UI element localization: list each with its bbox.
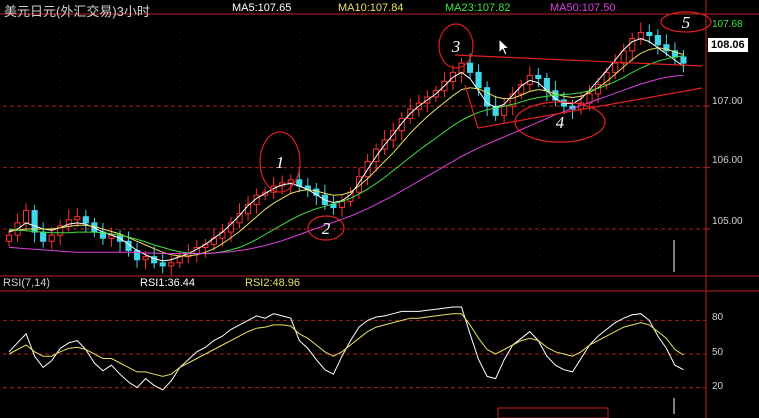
moving-averages (8, 38, 684, 262)
mouse-cursor-icon (498, 38, 511, 56)
up-candle (398, 117, 405, 132)
up-candle (501, 105, 508, 116)
up-candle (620, 50, 627, 64)
ma5-line (8, 38, 684, 262)
rsi-tick-50: 50 (712, 347, 724, 358)
up-candle (5, 234, 13, 242)
chart-stage: 1 2 3 4 5 美元日元(外汇交易)3小时 MA5:107.65 MA10:107.… (0, 0, 759, 418)
ma50-line (8, 74, 684, 255)
scroll-bar (497, 407, 609, 418)
up-candle (287, 179, 294, 184)
annotation-number-3: 3 (451, 37, 461, 56)
candlestick-chart: 1 2 3 4 5 (0, 0, 759, 418)
rsi1-label: RSI1:36.44 (140, 277, 196, 289)
down-candle (646, 31, 653, 36)
up-candle (142, 256, 149, 261)
annotation-number-4: 4 (556, 113, 565, 132)
rsi-tick-20: 20 (712, 381, 724, 392)
rsi2-label: RSI2:48.96 (245, 277, 301, 289)
up-candle (637, 31, 644, 40)
price-tick-105: 105.00 (712, 216, 743, 227)
ma23-price-tag: 107.68 (712, 19, 743, 30)
up-candle (629, 38, 636, 52)
down-candle (40, 231, 47, 242)
grid-lines (3, 14, 706, 389)
annotation-number-2: 2 (322, 219, 331, 238)
ma10-line (9, 47, 684, 257)
rsi-title: RSI(7,14) (3, 277, 51, 289)
up-candle (347, 191, 354, 202)
annotation-number-1: 1 (276, 153, 285, 172)
down-candle (475, 71, 482, 89)
up-candle (74, 216, 81, 221)
ma50-label: MA50:107.50 (550, 2, 616, 14)
ma23-line (8, 55, 684, 255)
current-price-tag: 108.06 (708, 38, 748, 52)
rsi-lines (8, 306, 684, 391)
ma5-label: MA5:107.65 (232, 2, 292, 14)
trend-line-upper (454, 54, 703, 67)
down-candle (330, 203, 337, 209)
up-candle (612, 62, 619, 73)
ma23-label: MA23:107.82 (445, 2, 511, 14)
price-tick-106: 106.00 (712, 155, 743, 166)
trend-lines (454, 54, 703, 129)
up-candle (168, 262, 175, 267)
ma10-label: MA10:107.84 (338, 2, 404, 14)
down-candle (82, 216, 89, 224)
chart-title: 美元日元(外汇交易)3小时 (4, 4, 150, 19)
down-candle (680, 56, 687, 64)
down-candle (654, 35, 661, 46)
down-candle (159, 262, 166, 267)
rsi2-line (8, 313, 684, 377)
up-candle (48, 234, 55, 242)
down-candle (466, 62, 474, 73)
up-candle (23, 210, 30, 224)
down-candle (535, 74, 542, 80)
rsi-tick-80: 80 (712, 312, 724, 323)
price-tick-107: 107.00 (712, 96, 743, 107)
panel-frame (0, 0, 759, 418)
annotation-number-5: 5 (682, 13, 691, 32)
